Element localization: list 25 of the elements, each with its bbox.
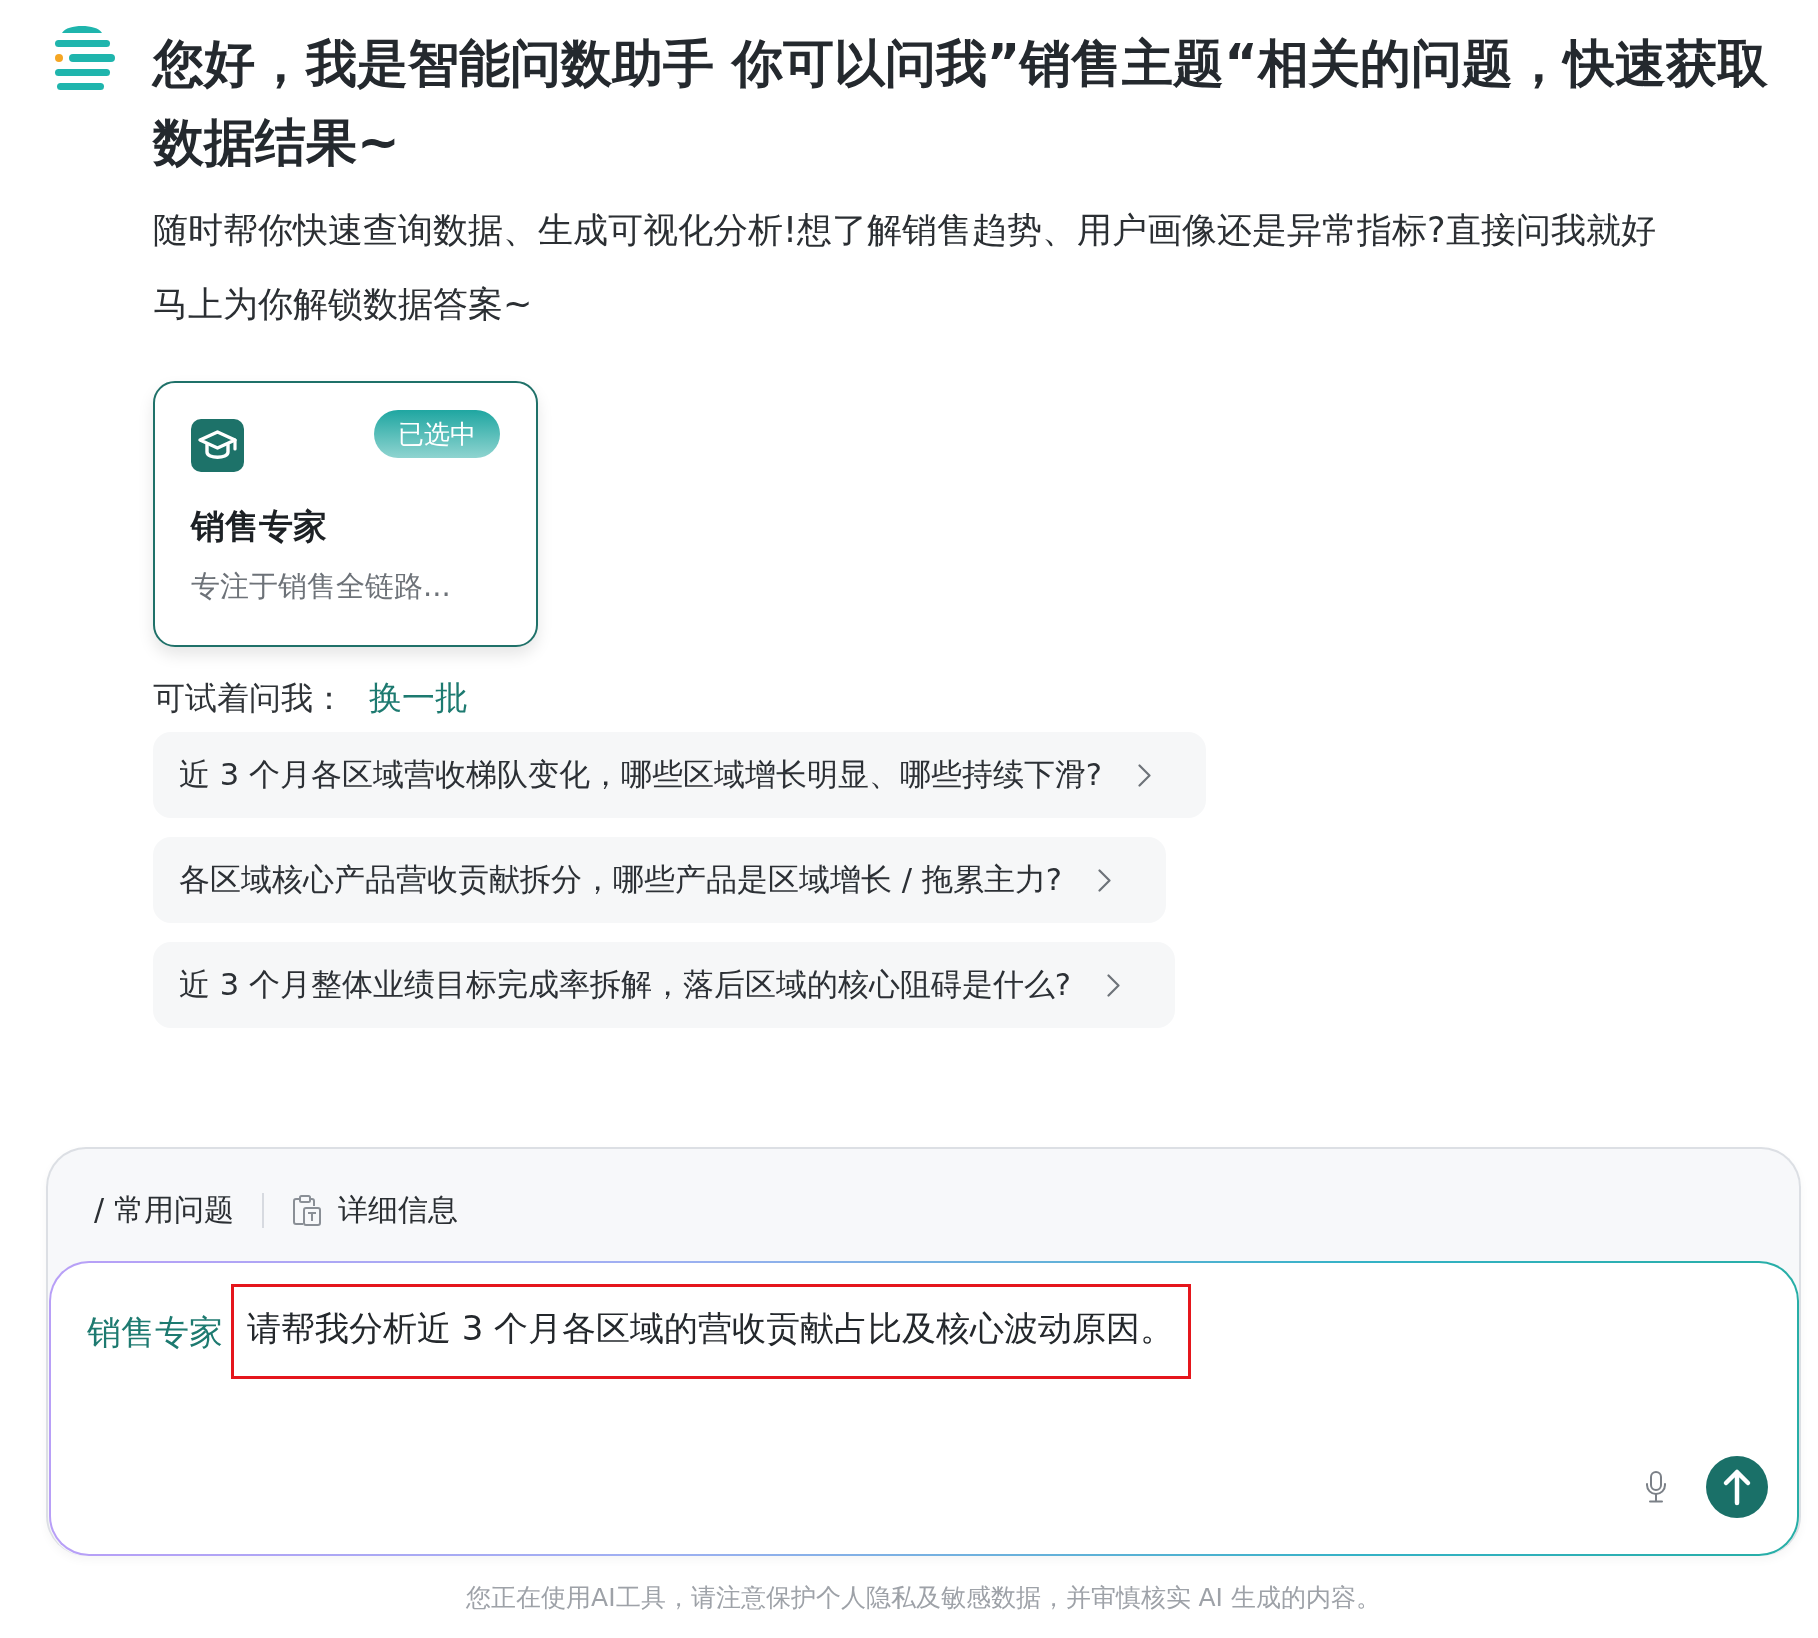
suggestion-item[interactable]: 各区域核心产品营收贡献拆分，哪些产品是区域增长 / 拖累主力? bbox=[153, 837, 1166, 923]
chevron-right-icon bbox=[1097, 868, 1111, 892]
selected-badge: 已选中 bbox=[374, 410, 500, 458]
suggestions-label: 可试着问我： bbox=[153, 678, 345, 719]
agent-tag: 销售专家 bbox=[87, 1309, 223, 1354]
common-questions-button[interactable]: / 常用问题 bbox=[94, 1190, 234, 1230]
input-text: 请帮我分析近 3 个月各区域的营收贡献占比及核心波动原因。 bbox=[247, 1308, 1175, 1348]
greeting-title: 您好，我是智能问数助手 你可以问我”销售主题“相关的问题，快速获取数据结果~ bbox=[153, 33, 1769, 174]
intro-text: 随时帮你快速查询数据、生成可视化分析!想了解销售趋势、用户画像还是异常指标?直接问我就好马上为你解锁数据答案~ bbox=[153, 209, 1657, 326]
details-button[interactable]: 详细信息 bbox=[291, 1190, 458, 1230]
graduation-cap-icon bbox=[191, 419, 244, 472]
expert-description: 专注于销售全链路... bbox=[191, 568, 452, 605]
message-input[interactable]: 销售专家 请帮我分析近 3 个月各区域的营收贡献占比及核心波动原因。 bbox=[49, 1261, 1799, 1556]
refresh-link[interactable]: 换一批 bbox=[369, 676, 468, 720]
logo-icon bbox=[53, 24, 116, 91]
suggestion-item[interactable]: 近 3 个月整体业绩目标完成率拆解，落后区域的核心阻碍是什么? bbox=[153, 942, 1175, 1028]
disclaimer-text: 您正在使用AI工具，请注意保护个人隐私及敏感数据，并审慎核实 AI 生成的内容。 bbox=[465, 1582, 1382, 1614]
clipboard-icon bbox=[291, 1194, 322, 1226]
chevron-right-icon bbox=[1138, 763, 1151, 787]
expert-name: 销售专家 bbox=[191, 505, 328, 548]
microphone-icon[interactable] bbox=[1645, 1471, 1667, 1503]
suggestion-item[interactable]: 近 3 个月各区域营收梯队变化，哪些区域增长明显、哪些持续下滑? bbox=[153, 732, 1206, 818]
arrow-up-icon bbox=[1722, 1468, 1752, 1506]
expert-card[interactable]: 已选中 销售专家 专注于销售全链路... bbox=[153, 381, 538, 647]
chevron-right-icon bbox=[1107, 973, 1120, 997]
